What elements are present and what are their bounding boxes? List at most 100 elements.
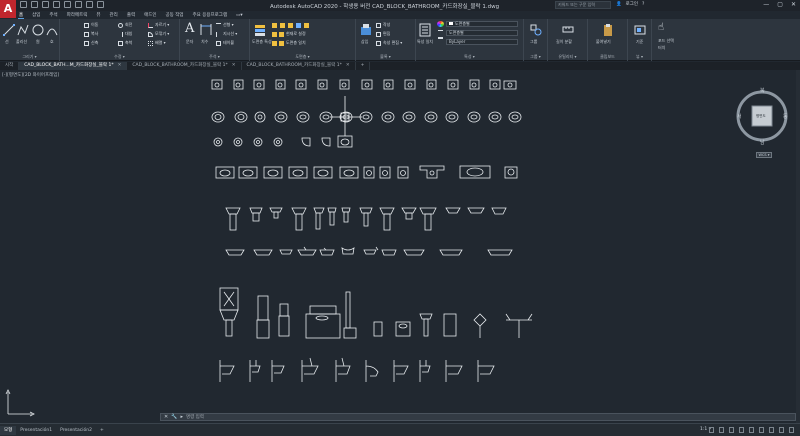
- command-line[interactable]: ✕ 🔧 ▸ 명령 입력: [160, 413, 796, 421]
- layer-color-icon[interactable]: [296, 23, 301, 28]
- base-view-button[interactable]: 기준: [636, 39, 643, 45]
- block-group-label[interactable]: 블록 ▾: [356, 54, 415, 60]
- insert-block-icon[interactable]: [360, 23, 372, 37]
- tab-layout-2[interactable]: Presentación2: [56, 426, 96, 435]
- ortho-icon[interactable]: [739, 427, 744, 433]
- tab-annotate[interactable]: 주석: [48, 12, 58, 18]
- tab-view[interactable]: 뷰: [95, 12, 101, 18]
- wrench-icon[interactable]: 🔧: [171, 414, 177, 420]
- match-layer-button[interactable]: 도면층 일치: [272, 40, 306, 46]
- command-input[interactable]: 명령 입력: [186, 414, 204, 420]
- close-button[interactable]: ✕: [791, 1, 796, 8]
- layer-freeze-icon[interactable]: [280, 23, 285, 28]
- tab-insert[interactable]: 삽입: [31, 12, 41, 18]
- touch-mode-button[interactable]: 터치: [658, 45, 665, 51]
- edit-block-button[interactable]: 편집: [376, 31, 390, 37]
- tab-home[interactable]: 홈: [18, 12, 25, 19]
- set-current-button[interactable]: 현재로 설정: [272, 31, 306, 37]
- table-button[interactable]: 테이블: [216, 40, 234, 46]
- vertical-scrollbar[interactable]: [796, 70, 800, 423]
- tab-featured-apps[interactable]: 주요 응용프로그램: [192, 12, 229, 18]
- clipboard-group-label[interactable]: 클립보드: [588, 54, 627, 60]
- layers-group-label[interactable]: 도면층 ▾: [250, 54, 355, 60]
- layer-on-icon[interactable]: [272, 23, 277, 28]
- fillet-button[interactable]: 모깎기 ▾: [148, 31, 169, 37]
- circle-button[interactable]: 원: [36, 39, 40, 45]
- wcs-menu[interactable]: WCS ▾: [756, 152, 772, 158]
- create-block-button[interactable]: 작성: [376, 22, 390, 28]
- linetype-dropdown[interactable]: 도면층별: [446, 30, 518, 36]
- viewcube-west[interactable]: 서: [737, 113, 742, 120]
- lineweight-toggle-icon[interactable]: [769, 427, 774, 433]
- grid-icon[interactable]: [719, 427, 724, 433]
- hand-icon[interactable]: ☝: [658, 22, 664, 33]
- edit-attributes-button[interactable]: 속성 편집 ▾: [376, 40, 402, 46]
- tab-output[interactable]: 출력: [126, 12, 136, 18]
- share-icon[interactable]: [97, 1, 104, 8]
- new-file-icon[interactable]: [20, 1, 27, 8]
- gear-icon[interactable]: [779, 427, 784, 433]
- close-icon[interactable]: ✕: [164, 414, 168, 420]
- base-view-icon[interactable]: [634, 23, 646, 37]
- add-layout-button[interactable]: +: [96, 426, 108, 435]
- doc-tab-1[interactable]: CAD_BLOCK_BATH...M_카드화장실_블락 1* ✕: [19, 62, 128, 70]
- tab-manage[interactable]: 관리: [109, 12, 119, 18]
- utilities-group-label[interactable]: 유틸리티 ▾: [548, 54, 587, 60]
- doc-tab-3[interactable]: CAD_BLOCK_BATHROOM_카드화장실_블락 1* ✕: [242, 62, 356, 70]
- properties-group-label[interactable]: 특성 ▾: [416, 54, 523, 60]
- minimize-button[interactable]: —: [763, 1, 769, 8]
- autocad-logo[interactable]: A: [0, 0, 16, 18]
- login-button[interactable]: 로그인: [626, 1, 638, 7]
- help-icon[interactable]: ?: [642, 2, 644, 7]
- dimension-icon[interactable]: [200, 23, 212, 37]
- polyline-button[interactable]: 폴리선: [16, 39, 27, 45]
- undo-icon[interactable]: [75, 1, 82, 8]
- measure-icon[interactable]: [562, 23, 574, 37]
- circle-icon[interactable]: [32, 23, 44, 37]
- annotation-group-label[interactable]: 주석 ▾: [180, 54, 249, 60]
- new-tab-button[interactable]: +: [356, 62, 371, 70]
- tab-collaborate[interactable]: 공동 작업: [165, 12, 185, 18]
- layer-isolate-icon[interactable]: [304, 23, 309, 28]
- open-file-icon[interactable]: [31, 1, 38, 8]
- touch-select-button[interactable]: 포드 선택: [658, 38, 674, 44]
- scale-button[interactable]: 축척: [118, 40, 132, 46]
- viewcube-north[interactable]: 북: [760, 87, 765, 94]
- close-icon[interactable]: ✕: [232, 63, 236, 68]
- linear-button[interactable]: 선형 ▾: [216, 22, 234, 28]
- tab-model[interactable]: 모형: [0, 425, 17, 435]
- save-as-icon[interactable]: [53, 1, 60, 8]
- match-properties-icon[interactable]: [419, 23, 431, 37]
- viewcube-south[interactable]: 남: [760, 139, 765, 146]
- customize-icon[interactable]: [789, 427, 794, 433]
- measure-button[interactable]: 길이 분할: [556, 39, 572, 45]
- stretch-button[interactable]: 신축: [84, 40, 98, 46]
- trim-button[interactable]: 자르기 ▾: [148, 22, 169, 28]
- layer-properties-icon[interactable]: [254, 23, 266, 37]
- save-icon[interactable]: [42, 1, 49, 8]
- draw-group-label[interactable]: 그리기 ▾: [0, 54, 59, 60]
- line-icon[interactable]: [3, 23, 15, 37]
- groups-group-label[interactable]: 그룹 ▾: [524, 54, 547, 60]
- polar-icon[interactable]: [749, 427, 754, 433]
- copy-button[interactable]: 복사: [84, 31, 98, 37]
- tab-more[interactable]: ▭▾: [235, 13, 244, 18]
- paste-button[interactable]: 붙여넣기: [596, 39, 611, 45]
- redo-icon[interactable]: [86, 1, 93, 8]
- doc-tab-start[interactable]: 시작: [0, 62, 20, 70]
- layer-color-dropdown[interactable]: 도면층별: [446, 21, 518, 27]
- text-button[interactable]: 문자: [186, 39, 193, 45]
- tab-addins[interactable]: 애드인: [143, 12, 157, 18]
- modify-group-label[interactable]: 수정 ▾: [60, 54, 179, 60]
- tab-layout-1[interactable]: Presentación1: [16, 426, 56, 435]
- maximize-button[interactable]: ▢: [777, 1, 783, 8]
- close-icon[interactable]: ✕: [346, 63, 350, 68]
- osnap-icon[interactable]: [759, 427, 764, 433]
- viewcube-east[interactable]: 동: [783, 113, 788, 120]
- rotate-button[interactable]: 회전: [118, 22, 132, 28]
- close-icon[interactable]: ✕: [118, 63, 122, 68]
- color-wheel-icon[interactable]: [437, 21, 444, 27]
- dimension-button[interactable]: 치수: [201, 39, 208, 45]
- plot-icon[interactable]: [64, 1, 71, 8]
- array-button[interactable]: 배열 ▾: [148, 40, 166, 46]
